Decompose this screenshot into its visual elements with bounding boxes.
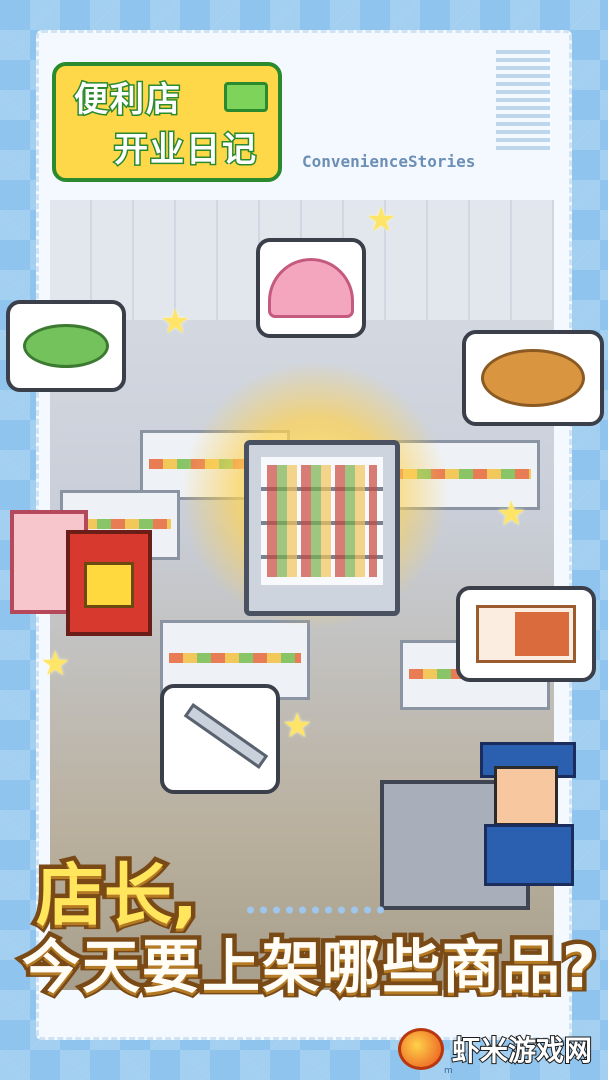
red-card: [66, 530, 152, 636]
logo-title-line2: 开业日记: [113, 129, 258, 172]
site-name: 虾米游戏网: [451, 1033, 593, 1068]
star-icon: ★: [282, 706, 313, 746]
site-watermark: 虾米游戏网: [398, 1022, 608, 1076]
card-icon: [10, 510, 154, 636]
headline-line2: 今天要上架哪些商品?: [18, 929, 601, 1006]
showcase-fridge-icon: [244, 440, 400, 616]
bread-icon: [481, 349, 585, 407]
site-url: m: [444, 1066, 453, 1076]
barcode-decoration: [496, 50, 550, 150]
bento-icon: [476, 605, 576, 663]
smiley-face-icon: [84, 562, 134, 608]
speech-bubble-bento: [456, 586, 596, 682]
shopping-basket-icon: [224, 82, 268, 112]
clerk-head: [494, 766, 558, 826]
site-logo-icon: [398, 1028, 444, 1070]
logo-title-line1: 便利店: [73, 79, 182, 122]
fridge-glass: [261, 457, 383, 585]
logo-subtitle: ConvenienceStories: [302, 152, 476, 171]
sword-icon: [183, 703, 269, 769]
dotted-line-decoration: [244, 904, 384, 916]
speech-bubble-salad: [6, 300, 126, 392]
umbrella-icon: [268, 258, 354, 318]
star-icon: ★: [496, 494, 527, 534]
speech-bubble-sword: [160, 684, 280, 794]
speech-bubble-umbrella: [256, 238, 366, 338]
store-clerk-character: [470, 736, 586, 886]
salad-icon: [23, 324, 109, 368]
star-icon: ★: [40, 644, 71, 684]
clerk-body: [484, 824, 574, 886]
star-icon: ★: [160, 302, 191, 342]
star-icon: ★: [366, 200, 397, 240]
speech-bubble-bread: [462, 330, 604, 426]
game-logo: 便利店 开业日记: [52, 62, 282, 182]
